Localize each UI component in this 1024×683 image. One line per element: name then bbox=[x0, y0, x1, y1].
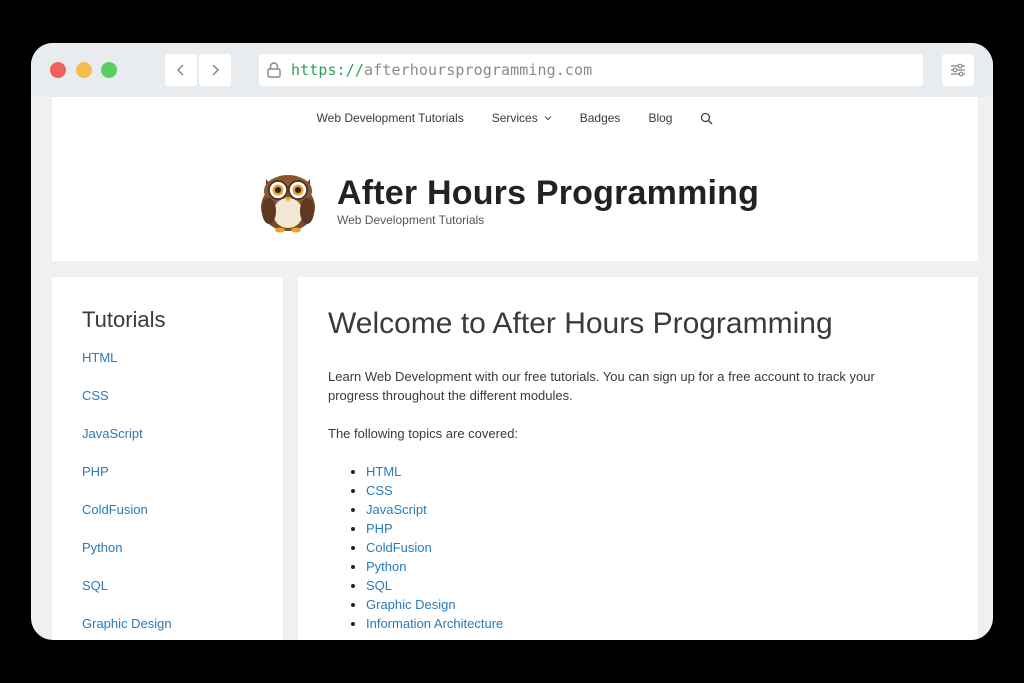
search-icon bbox=[701, 112, 713, 124]
chevron-right-icon bbox=[212, 64, 220, 76]
chevron-down-icon bbox=[544, 116, 552, 121]
sidebar-list: HTML CSS JavaScript PHP ColdFusion Pytho… bbox=[82, 347, 283, 640]
sidebar-link-sql[interactable]: SQL bbox=[82, 578, 108, 593]
main-navigation: Web Development Tutorials Services Badge… bbox=[52, 111, 978, 125]
list-item: HTML bbox=[366, 462, 978, 481]
sidebar-link-html[interactable]: HTML bbox=[82, 350, 117, 365]
topic-link-graphic-design[interactable]: Graphic Design bbox=[366, 597, 456, 612]
nav-label: Services bbox=[491, 111, 538, 125]
back-button[interactable] bbox=[165, 54, 197, 86]
sidebar-link-javascript[interactable]: JavaScript bbox=[82, 426, 143, 441]
address-bar[interactable]: https://afterhoursprogramming.com bbox=[259, 54, 923, 86]
sliders-icon bbox=[951, 63, 965, 77]
sidebar-link-coldfusion[interactable]: ColdFusion bbox=[82, 502, 148, 517]
site-brand[interactable]: After Hours Programming Web Development … bbox=[257, 169, 759, 233]
sidebar-item: SQL bbox=[82, 575, 283, 613]
topic-link-javascript[interactable]: JavaScript bbox=[366, 502, 427, 517]
list-item: Information Architecture bbox=[366, 614, 978, 633]
sidebar-link-css[interactable]: CSS bbox=[82, 388, 109, 403]
topics-intro: The following topics are covered: bbox=[328, 426, 519, 441]
topic-link-php[interactable]: PHP bbox=[366, 521, 393, 536]
lock-icon bbox=[267, 62, 281, 78]
nav-label: Blog bbox=[648, 111, 673, 125]
topic-link-css[interactable]: CSS bbox=[366, 483, 393, 498]
main-content: Welcome to After Hours Programming Learn… bbox=[298, 277, 978, 640]
sidebar-item: PHP bbox=[82, 461, 283, 499]
site-title[interactable]: After Hours Programming bbox=[337, 175, 759, 211]
sidebar-item: Python bbox=[82, 537, 283, 575]
minimize-window-button[interactable] bbox=[76, 62, 92, 78]
browser-chrome: https://afterhoursprogramming.com bbox=[31, 43, 993, 97]
sidebar-item: HTML bbox=[82, 347, 283, 385]
list-item: PHP bbox=[366, 519, 978, 538]
topic-list: HTML CSS JavaScript PHP ColdFusion Pytho… bbox=[328, 462, 978, 633]
list-item: ColdFusion bbox=[366, 538, 978, 557]
topic-link-html[interactable]: HTML bbox=[366, 464, 401, 479]
sidebar-link-graphic-design[interactable]: Graphic Design bbox=[82, 616, 172, 631]
maximize-window-button[interactable] bbox=[101, 62, 117, 78]
chevron-left-icon bbox=[176, 64, 184, 76]
nav-item-blog[interactable]: Blog bbox=[634, 111, 686, 125]
sidebar-item: Graphic Design bbox=[82, 613, 283, 640]
list-item: JavaScript bbox=[366, 500, 978, 519]
topic-link-information-architecture[interactable]: Information Architecture bbox=[366, 616, 503, 631]
site-tagline: Web Development Tutorials bbox=[337, 213, 485, 227]
list-item: Python bbox=[366, 557, 978, 576]
url-host: afterhoursprogramming.com bbox=[364, 61, 593, 79]
owl-logo bbox=[261, 175, 315, 233]
topic-link-python[interactable]: Python bbox=[366, 559, 406, 574]
list-item: Graphic Design bbox=[366, 595, 978, 614]
sidebar-link-php[interactable]: PHP bbox=[82, 464, 109, 479]
nav-item-services[interactable]: Services bbox=[478, 111, 566, 125]
nav-label: Web Development Tutorials bbox=[316, 111, 464, 125]
url-protocol: https:// bbox=[291, 61, 365, 79]
nav-item-web-development-tutorials[interactable]: Web Development Tutorials bbox=[303, 111, 478, 125]
nav-label: Badges bbox=[579, 111, 621, 125]
search-button[interactable] bbox=[686, 112, 727, 125]
sidebar-item: CSS bbox=[82, 385, 283, 423]
tutorials-sidebar: Tutorials HTML CSS JavaScript PHP ColdFu… bbox=[52, 277, 283, 640]
sidebar-link-python[interactable]: Python bbox=[82, 540, 122, 555]
list-item: SQL bbox=[366, 576, 978, 595]
topic-link-sql[interactable]: SQL bbox=[366, 578, 392, 593]
settings-button[interactable] bbox=[942, 54, 974, 86]
site-header: Web Development Tutorials Services Badge… bbox=[52, 97, 978, 261]
topic-link-coldfusion[interactable]: ColdFusion bbox=[366, 540, 432, 555]
browser-window: https://afterhoursprogramming.com Web De… bbox=[31, 43, 993, 640]
sidebar-title: Tutorials bbox=[82, 307, 166, 332]
list-item: CSS bbox=[366, 481, 978, 500]
close-window-button[interactable] bbox=[50, 62, 66, 78]
sidebar-item: ColdFusion bbox=[82, 499, 283, 537]
nav-item-badges[interactable]: Badges bbox=[566, 111, 635, 125]
sidebar-item: JavaScript bbox=[82, 423, 283, 461]
page-title: Welcome to After Hours Programming bbox=[328, 307, 833, 340]
url-text: https://afterhoursprogramming.com bbox=[291, 61, 592, 79]
intro-paragraph: Learn Web Development with our free tuto… bbox=[328, 369, 875, 403]
forward-button[interactable] bbox=[199, 54, 231, 86]
